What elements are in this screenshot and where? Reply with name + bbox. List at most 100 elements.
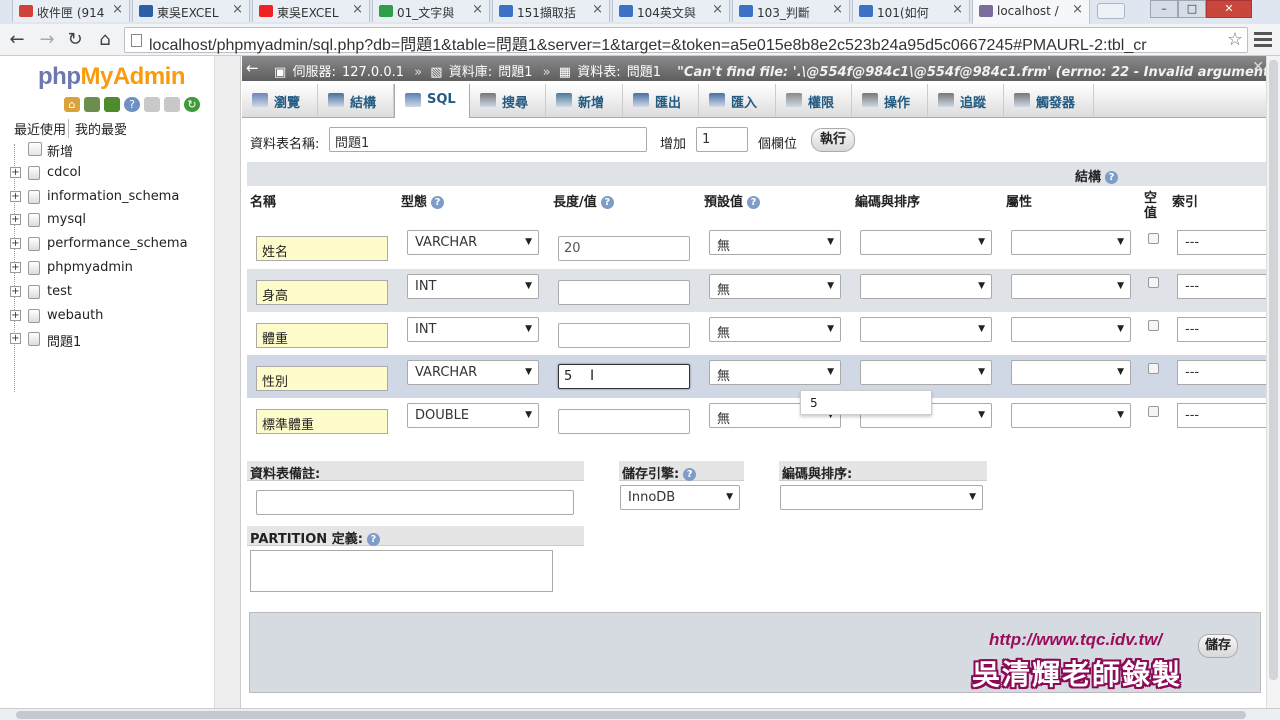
column-attributes-select[interactable]: ▼ bbox=[1011, 230, 1131, 255]
close-window-button[interactable]: ✕ bbox=[1206, 0, 1252, 18]
column-index-select[interactable]: --- bbox=[1177, 317, 1280, 342]
column-index-select[interactable]: --- bbox=[1177, 360, 1280, 385]
column-collation-select[interactable]: ▼ bbox=[860, 317, 992, 342]
tab-structure[interactable]: 結構 bbox=[318, 84, 394, 117]
tab-operations[interactable]: 操作 bbox=[852, 84, 928, 117]
column-attributes-select[interactable]: ▼ bbox=[1011, 360, 1131, 385]
column-default-select[interactable]: 無 ▼ bbox=[709, 274, 841, 299]
maximize-button[interactable]: □ bbox=[1178, 0, 1206, 18]
storage-engine-select[interactable]: InnoDB ▼ bbox=[620, 485, 740, 510]
tab-privileges[interactable]: 權限 bbox=[776, 84, 852, 117]
help-icon[interactable]: ? bbox=[600, 196, 614, 209]
browser-tab[interactable]: 101(如何 × bbox=[852, 0, 970, 22]
close-tab-icon[interactable]: × bbox=[232, 2, 243, 17]
tree-item-database[interactable]: + webauth bbox=[8, 305, 208, 329]
expand-icon[interactable]: + bbox=[10, 214, 21, 226]
close-tab-icon[interactable]: × bbox=[832, 2, 843, 17]
column-type-select[interactable]: INT ▼ bbox=[407, 317, 539, 342]
tree-item-database[interactable]: + test bbox=[8, 281, 208, 305]
home-icon[interactable]: ⌂ bbox=[64, 97, 80, 112]
column-collation-select[interactable]: ▼ bbox=[860, 274, 992, 299]
help-icon[interactable]: ? bbox=[124, 97, 140, 112]
column-length-input[interactable] bbox=[558, 280, 690, 305]
null-checkbox[interactable] bbox=[1148, 363, 1159, 374]
favorites-tab[interactable]: 我的最愛 bbox=[73, 119, 129, 138]
settings-icon[interactable] bbox=[164, 97, 180, 112]
close-tab-icon[interactable]: × bbox=[1072, 2, 1083, 17]
tab-browse[interactable]: 瀏覽 bbox=[242, 84, 318, 117]
null-checkbox[interactable] bbox=[1148, 406, 1159, 417]
column-index-select[interactable]: --- bbox=[1177, 230, 1280, 255]
column-attributes-select[interactable]: ▼ bbox=[1011, 274, 1131, 299]
column-index-select[interactable]: --- bbox=[1177, 403, 1280, 428]
logout-icon[interactable] bbox=[104, 97, 120, 112]
browser-tab[interactable]: 01_文字與 × bbox=[372, 0, 490, 22]
column-default-select[interactable]: 無 ▼ bbox=[709, 360, 841, 385]
help-icon[interactable]: ? bbox=[683, 468, 697, 481]
expand-icon[interactable]: + bbox=[10, 238, 21, 250]
browser-tab[interactable]: 收件匣 (914 × bbox=[12, 0, 130, 22]
breadcrumb-server[interactable]: 127.0.0.1 bbox=[342, 65, 404, 80]
column-name-input[interactable]: 身高 bbox=[256, 280, 388, 305]
tree-item-database[interactable]: + information_schema bbox=[8, 186, 208, 210]
column-index-select[interactable]: --- bbox=[1177, 274, 1280, 299]
null-checkbox[interactable] bbox=[1148, 320, 1159, 331]
new-tab-button[interactable] bbox=[1097, 3, 1125, 19]
tree-item-database[interactable]: + mysql bbox=[8, 209, 208, 233]
column-default-select[interactable]: 無 ▼ bbox=[709, 317, 841, 342]
autocomplete-option[interactable]: 5 bbox=[810, 396, 818, 410]
tab-sql[interactable]: SQL bbox=[394, 84, 470, 118]
column-name-input[interactable]: 姓名 bbox=[256, 236, 388, 261]
scrollbar-thumb[interactable] bbox=[16, 711, 1246, 719]
browser-tab[interactable]: 103_判斷 × bbox=[732, 0, 850, 22]
tab-triggers[interactable]: 觸發器 bbox=[1004, 84, 1094, 117]
null-checkbox[interactable] bbox=[1148, 277, 1159, 288]
browser-tab[interactable]: 東吳EXCEL × bbox=[252, 0, 370, 22]
tab-tracking[interactable]: 追蹤 bbox=[928, 84, 1004, 117]
add-columns-count-input[interactable]: 1 bbox=[696, 127, 748, 152]
tab-search[interactable]: 搜尋 bbox=[470, 84, 546, 117]
column-collation-select[interactable]: ▼ bbox=[860, 360, 992, 385]
bookmark-star-icon[interactable]: ☆ bbox=[1227, 29, 1243, 50]
tree-item-database[interactable]: + cdcol bbox=[8, 162, 208, 186]
browser-tab[interactable]: 東吳EXCEL × bbox=[132, 0, 250, 22]
horizontal-scrollbar[interactable] bbox=[0, 708, 1280, 720]
browser-tab[interactable]: 104英文與 × bbox=[612, 0, 730, 22]
expand-icon[interactable]: + bbox=[10, 309, 21, 321]
column-name-input[interactable]: 標準體重 bbox=[256, 409, 388, 434]
breadcrumb-db[interactable]: 問題1 bbox=[498, 65, 532, 80]
phpmyadmin-logo[interactable]: phpMyAdmin bbox=[38, 63, 185, 91]
column-length-input[interactable]: 20 bbox=[558, 236, 690, 261]
column-attributes-select[interactable]: ▼ bbox=[1011, 317, 1131, 342]
table-name-input[interactable]: 問題1 bbox=[329, 127, 647, 152]
back-button[interactable]: ← bbox=[6, 29, 28, 51]
tab-export[interactable]: 匯出 bbox=[623, 84, 699, 117]
column-collation-select[interactable]: ▼ bbox=[860, 230, 992, 255]
expand-icon[interactable]: + bbox=[10, 166, 21, 178]
help-icon[interactable]: ? bbox=[1105, 171, 1119, 184]
tab-insert[interactable]: 新增 bbox=[546, 84, 623, 117]
close-tab-icon[interactable]: × bbox=[952, 2, 963, 17]
column-name-input[interactable]: 體重 bbox=[256, 323, 388, 348]
breadcrumb-table[interactable]: 問題1 bbox=[627, 65, 661, 80]
expand-icon[interactable]: + bbox=[10, 285, 21, 297]
column-attributes-select[interactable]: ▼ bbox=[1011, 403, 1131, 428]
recent-tab[interactable]: 最近使用 bbox=[12, 119, 70, 138]
partition-textarea[interactable] bbox=[250, 550, 553, 592]
column-type-select[interactable]: VARCHAR ▼ bbox=[407, 230, 539, 255]
close-tab-icon[interactable]: × bbox=[712, 2, 723, 17]
column-name-input[interactable]: 性別 bbox=[256, 366, 388, 391]
browser-menu-icon[interactable] bbox=[1254, 30, 1272, 48]
forward-button[interactable]: → bbox=[36, 29, 58, 51]
close-icon[interactable]: ✕ bbox=[1252, 59, 1264, 75]
column-type-select[interactable]: DOUBLE ▼ bbox=[407, 403, 539, 428]
column-default-select[interactable]: 無 ▼ bbox=[709, 230, 841, 255]
tree-item-database[interactable]: + phpmyadmin bbox=[8, 257, 208, 281]
browser-tab[interactable]: 151擷取括 × bbox=[492, 0, 610, 22]
help-icon[interactable]: ? bbox=[747, 196, 761, 209]
tree-item-new[interactable]: 新增 bbox=[8, 138, 208, 162]
close-tab-icon[interactable]: × bbox=[112, 2, 123, 17]
null-checkbox[interactable] bbox=[1148, 233, 1159, 244]
column-type-select[interactable]: VARCHAR ▼ bbox=[407, 360, 539, 385]
reload-icon[interactable]: ↻ bbox=[64, 29, 86, 51]
